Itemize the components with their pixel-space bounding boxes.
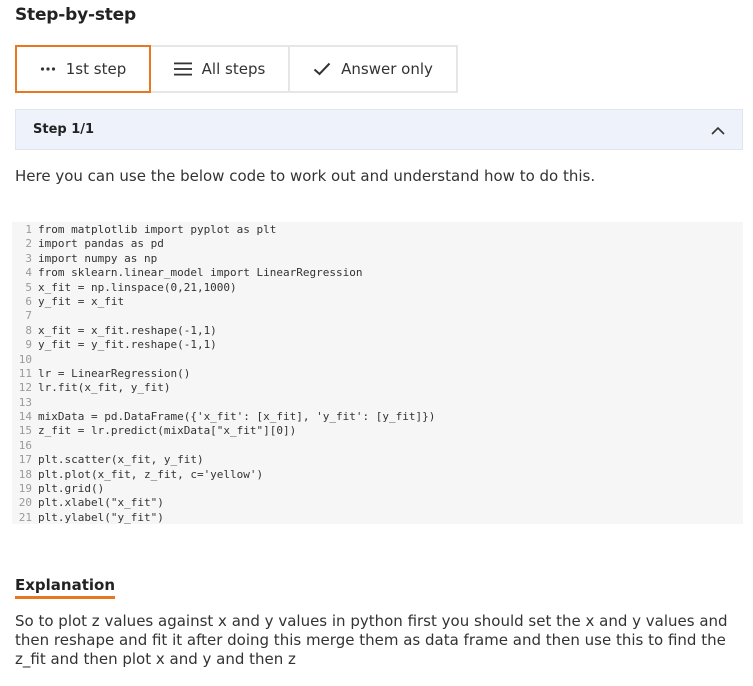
line-number: 12	[18, 381, 32, 395]
code-text: plt.xlabel("x_fit")	[38, 496, 164, 510]
intro-text: Here you can use the below code to work …	[15, 167, 596, 185]
dots-icon	[40, 66, 56, 72]
code-line: 15 z_fit = lr.predict(mixData["x_fit"][0]…	[12, 424, 743, 438]
check-icon	[313, 62, 331, 76]
line-number: 21	[18, 510, 32, 524]
tab-label: Answer only	[341, 60, 433, 78]
line-number: 10	[18, 352, 32, 366]
line-number: 11	[18, 366, 32, 380]
code-text: y_fit = y_fit.reshape(-1,1)	[38, 338, 217, 352]
line-number: 1	[25, 223, 32, 236]
chevron-up-icon[interactable]	[711, 120, 725, 139]
list-icon	[173, 61, 192, 77]
code-line: 6 y_fit = x_fit	[12, 295, 743, 309]
code-text: plt.scatter(x_fit, y_fit)	[38, 453, 204, 467]
code-line: 18 plt.plot(x_fit, z_fit, c='yellow')	[12, 468, 743, 482]
step-header[interactable]: Step 1/1	[15, 109, 743, 150]
code-line: 3 import numpy as np	[12, 252, 743, 266]
code-text: x_fit = np.linspace(0,21,1000)	[38, 280, 237, 294]
code-line: 12 lr.fit(x_fit, y_fit)	[12, 381, 743, 395]
line-number: 7	[25, 309, 32, 323]
code-text: lr.fit(x_fit, y_fit)	[38, 381, 171, 395]
code-text: plt.ylabel("y_fit")	[38, 510, 164, 524]
code-line: 17 plt.scatter(x_fit, y_fit)	[12, 453, 743, 467]
line-number: 17	[18, 453, 32, 467]
tab-all-steps[interactable]: All steps	[149, 45, 290, 93]
line-number: 2	[25, 237, 32, 251]
tab-first-step[interactable]: 1st step	[15, 45, 151, 93]
code-text: z_fit = lr.predict(mixData["x_fit"][0])	[38, 424, 297, 438]
tab-label: All steps	[201, 60, 266, 78]
tab-label: 1st step	[65, 60, 127, 78]
code-text: x_fit = x_fit.reshape(-1,1)	[38, 323, 217, 337]
code-block: 1 from matplotlib import pyplot as plt 2 im…	[12, 222, 743, 524]
code-line: 9 y_fit = y_fit.reshape(-1,1)	[12, 338, 743, 352]
code-line: 16	[12, 439, 743, 453]
line-number: 5	[25, 280, 32, 294]
code-line: 7	[12, 309, 743, 323]
line-number: 13	[18, 395, 32, 409]
step-view-tabs: 1st step All steps Answer only	[15, 45, 458, 93]
step-label: Step 1/1	[33, 122, 95, 137]
code-line: 2 import pandas as pd	[12, 237, 743, 251]
code-line: 1 from matplotlib import pyplot as plt	[12, 223, 743, 237]
code-line: 19 plt.grid()	[12, 482, 743, 496]
line-number: 4	[25, 266, 32, 280]
code-line: 11 lr = LinearRegression()	[12, 367, 743, 381]
code-line: 8 x_fit = x_fit.reshape(-1,1)	[12, 324, 743, 338]
line-number: 18	[18, 467, 32, 481]
explanation-title: Explanation	[15, 576, 116, 599]
code-line: 21 plt.ylabel("y_fit")	[12, 511, 743, 525]
code-text: from matplotlib import pyplot as plt	[38, 223, 277, 236]
code-line: 14 mixData = pd.DataFrame({'x_fit': [x_fi…	[12, 410, 743, 424]
line-number: 19	[18, 482, 32, 496]
line-number: 6	[25, 294, 32, 308]
code-line: 13	[12, 396, 743, 410]
code-text: import pandas as pd	[38, 237, 164, 251]
code-line: 5 x_fit = np.linspace(0,21,1000)	[12, 281, 743, 295]
tab-answer-only[interactable]: Answer only	[288, 45, 458, 93]
line-number: 8	[25, 323, 32, 337]
code-text: lr = LinearRegression()	[38, 366, 191, 380]
code-text: plt.plot(x_fit, z_fit, c='yellow')	[38, 467, 264, 481]
code-line: 10	[12, 353, 743, 367]
code-text: plt.grid()	[38, 482, 105, 496]
page-title: Step-by-step	[15, 5, 136, 25]
line-number: 3	[25, 251, 32, 265]
code-line: 20 plt.xlabel("x_fit")	[12, 496, 743, 510]
line-number: 16	[18, 438, 32, 452]
code-text: from sklearn.linear_model import LinearR…	[38, 266, 363, 280]
line-number: 14	[18, 410, 32, 424]
code-line: 4 from sklearn.linear_model import Linear…	[12, 266, 743, 280]
code-text: import numpy as np	[38, 251, 158, 265]
code-text: y_fit = x_fit	[38, 294, 125, 308]
code-text: mixData = pd.DataFrame({'x_fit': [x_fit]…	[38, 410, 436, 424]
line-number: 15	[18, 424, 32, 438]
explanation-text: So to plot z values against x and y valu…	[15, 612, 728, 668]
line-number: 9	[25, 338, 32, 352]
line-number: 20	[18, 496, 32, 510]
